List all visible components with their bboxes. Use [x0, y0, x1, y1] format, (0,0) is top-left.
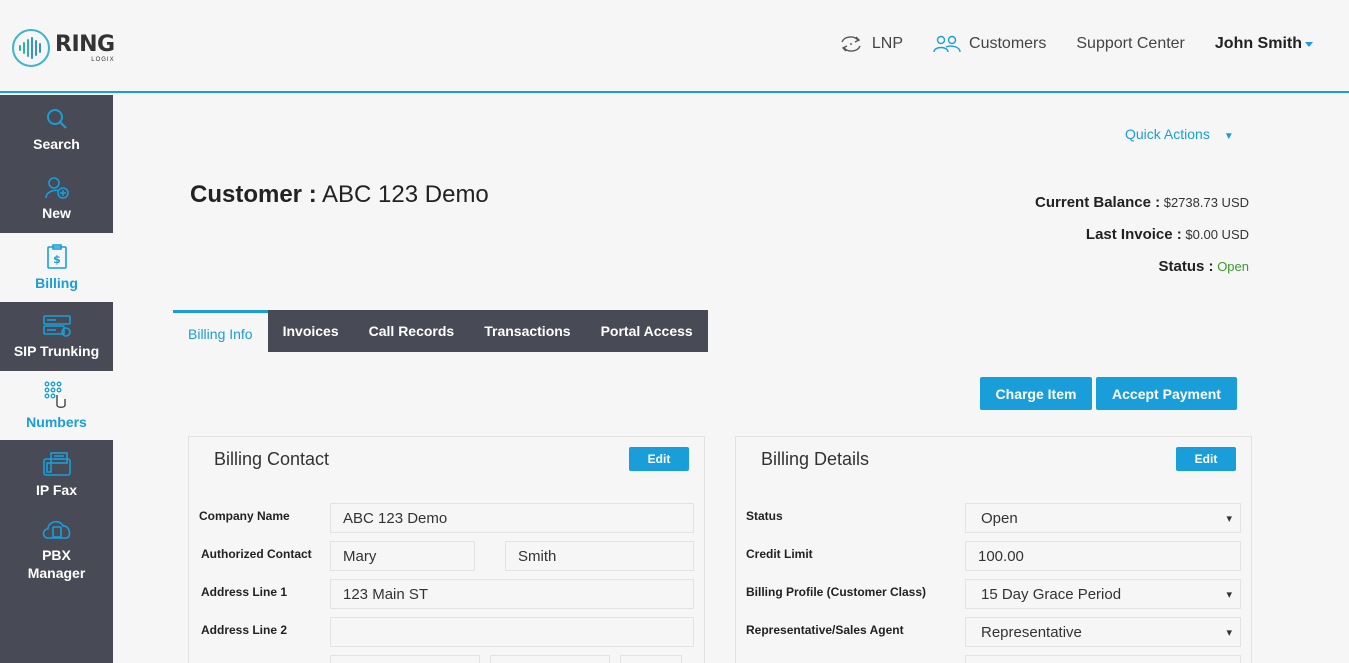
last-invoice-row: Last Invoice : $0.00 USD [1035, 226, 1249, 258]
nav-support-center[interactable]: Support Center [1076, 35, 1185, 53]
sidebar-item-label: IP Fax [36, 481, 77, 498]
billing-details-title: Billing Details [761, 449, 870, 469]
city-field[interactable] [330, 655, 480, 663]
status-label: Status : [1158, 258, 1214, 275]
next-field[interactable] [965, 655, 1241, 663]
cloud-phone-icon [42, 520, 70, 539]
sidebar-item-search[interactable]: Search [0, 95, 113, 164]
sidebar-item-pbx-manager[interactable]: PBX Manager [0, 509, 113, 589]
caret-down-icon: ▼ [1223, 131, 1234, 142]
tab-invoices[interactable]: Invoices [267, 310, 354, 352]
dialpad-icon [44, 381, 66, 408]
address-line-2-label: Address Line 2 [201, 623, 288, 637]
fax-icon [42, 451, 71, 476]
sales-agent-select[interactable]: Representative [965, 617, 1241, 647]
sidebar-item-label: Search [33, 135, 80, 152]
sidebar-item-new[interactable]: New [0, 164, 113, 233]
sidebar-item-billing[interactable]: $ Billing [0, 233, 113, 302]
address-line-1-field[interactable]: 123 Main ST [330, 579, 694, 609]
sidebar-item-label: Billing [35, 274, 78, 291]
charge-item-button[interactable]: Charge Item [980, 377, 1092, 410]
company-name-field[interactable]: ABC 123 Demo [330, 503, 694, 533]
zip-field[interactable] [620, 655, 682, 663]
sidebar-item-label: New [42, 204, 71, 221]
status-field-label: Status [746, 509, 783, 523]
company-name-label: Company Name [199, 509, 290, 523]
status-select[interactable]: Open [965, 503, 1241, 533]
chevron-down-icon [1305, 41, 1313, 47]
sidebar-item-ip-fax[interactable]: IP Fax [0, 440, 113, 509]
billing-profile-select[interactable]: 15 Day Grace Period [965, 579, 1241, 609]
address-line-1-label: Address Line 1 [201, 585, 288, 599]
contact-first-name-field[interactable]: Mary [330, 541, 475, 571]
nav-support-label: Support Center [1076, 35, 1185, 52]
header: RING LOGIX LNP Customers Support Center … [0, 0, 1349, 93]
quick-actions-dropdown[interactable]: Quick Actions ▼ [1125, 126, 1234, 142]
contact-last-name-field[interactable]: Smith [505, 541, 694, 571]
current-balance-row: Current Balance : $2738.73 USD [1035, 194, 1249, 226]
sidebar-item-label: PBX [42, 547, 71, 563]
billing-profile-label: Billing Profile (Customer Class) [746, 585, 927, 599]
tab-bar: Billing Info Invoices Call Records Trans… [173, 310, 708, 352]
last-invoice-value: $0.00 USD [1185, 227, 1249, 242]
tab-billing-info[interactable]: Billing Info [173, 310, 268, 352]
top-navigation: LNP Customers Support Center John Smith [808, 34, 1313, 54]
search-icon [46, 108, 67, 129]
nav-lnp[interactable]: LNP [838, 34, 903, 54]
accept-payment-button[interactable]: Accept Payment [1096, 377, 1237, 410]
sales-agent-label: Representative/Sales Agent [746, 623, 904, 637]
server-icon [42, 314, 71, 337]
state-field[interactable] [490, 655, 610, 663]
nav-customers[interactable]: Customers [933, 34, 1046, 54]
ringlogix-logo[interactable]: RING LOGIX [12, 29, 115, 67]
billing-details-edit-button[interactable]: Edit [1176, 447, 1236, 471]
billing-contact-title: Billing Contact [214, 449, 330, 469]
status-row: Status : Open [1035, 258, 1249, 290]
nav-customers-label: Customers [969, 35, 1047, 52]
add-user-icon [44, 176, 69, 199]
tab-transactions[interactable]: Transactions [469, 310, 586, 352]
user-menu[interactable]: John Smith [1215, 35, 1313, 53]
credit-limit-label: Credit Limit [746, 547, 813, 561]
sidebar-item-label: SIP Trunking [13, 342, 100, 359]
logo-waveform-icon [12, 29, 50, 67]
user-name: John Smith [1214, 35, 1302, 52]
address-line-2-field[interactable] [330, 617, 694, 647]
authorized-contact-label: Authorized Contact [201, 547, 312, 561]
sidebar-item-label-line2: Manager [27, 565, 86, 581]
credit-limit-field[interactable]: 100.00 [965, 541, 1241, 571]
account-summary: Current Balance : $2738.73 USD Last Invo… [1035, 194, 1249, 290]
sidebar: Search New $ Billing SIP Trunking Number… [0, 95, 113, 663]
last-invoice-label: Last Invoice : [1085, 226, 1182, 243]
users-icon [933, 35, 961, 53]
customer-label: Customer : [190, 181, 317, 208]
billing-contact-edit-button[interactable]: Edit [629, 447, 689, 471]
port-arrows-icon [841, 36, 861, 52]
svg-text:$: $ [53, 253, 61, 266]
logo-subtext: LOGIX [91, 56, 115, 63]
quick-actions-label: Quick Actions [1125, 126, 1210, 142]
tab-call-records[interactable]: Call Records [353, 310, 470, 352]
status-badge: Open [1217, 259, 1249, 274]
sidebar-item-sip-trunking[interactable]: SIP Trunking [0, 302, 113, 371]
sidebar-item-label: Numbers [26, 413, 87, 430]
customer-name: ABC 123 Demo [322, 181, 489, 208]
billing-details-panel: Billing Details Edit Status Open Credit … [735, 436, 1252, 663]
tab-portal-access[interactable]: Portal Access [585, 310, 708, 352]
current-balance-label: Current Balance : [1035, 194, 1161, 211]
billing-clipboard-icon: $ [46, 243, 67, 269]
current-balance-value: $2738.73 USD [1163, 195, 1249, 210]
billing-contact-panel: Billing Contact Edit Company Name ABC 12… [188, 436, 705, 663]
page-title: Customer : ABC 123 Demo [190, 181, 489, 209]
logo-wordmark: RING [55, 31, 115, 57]
sidebar-item-numbers[interactable]: Numbers [0, 371, 113, 440]
nav-lnp-label: LNP [871, 35, 904, 52]
